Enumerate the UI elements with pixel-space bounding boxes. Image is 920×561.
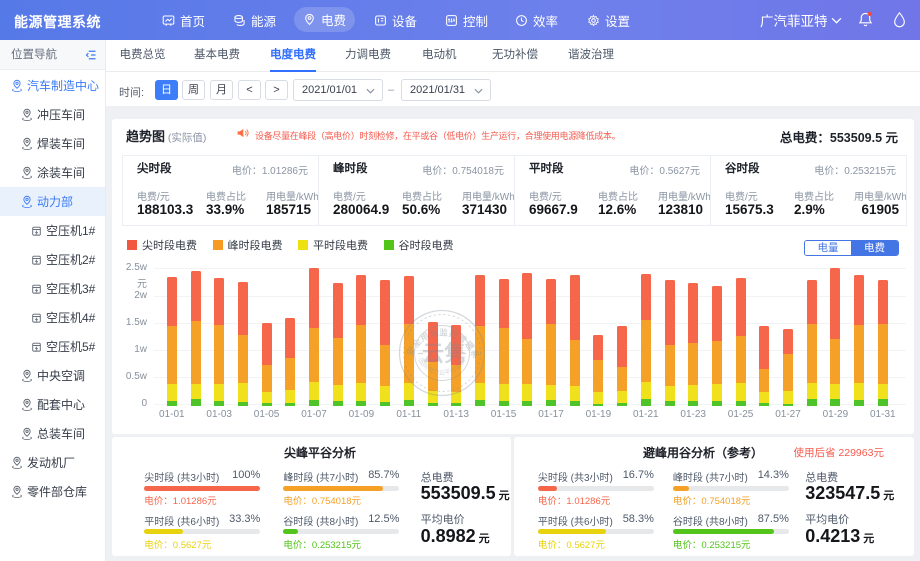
svg-text:云隽: 云隽 — [422, 341, 466, 366]
svg-text:∴: ∴ — [474, 352, 478, 358]
svg-text:∴: ∴ — [405, 352, 409, 358]
